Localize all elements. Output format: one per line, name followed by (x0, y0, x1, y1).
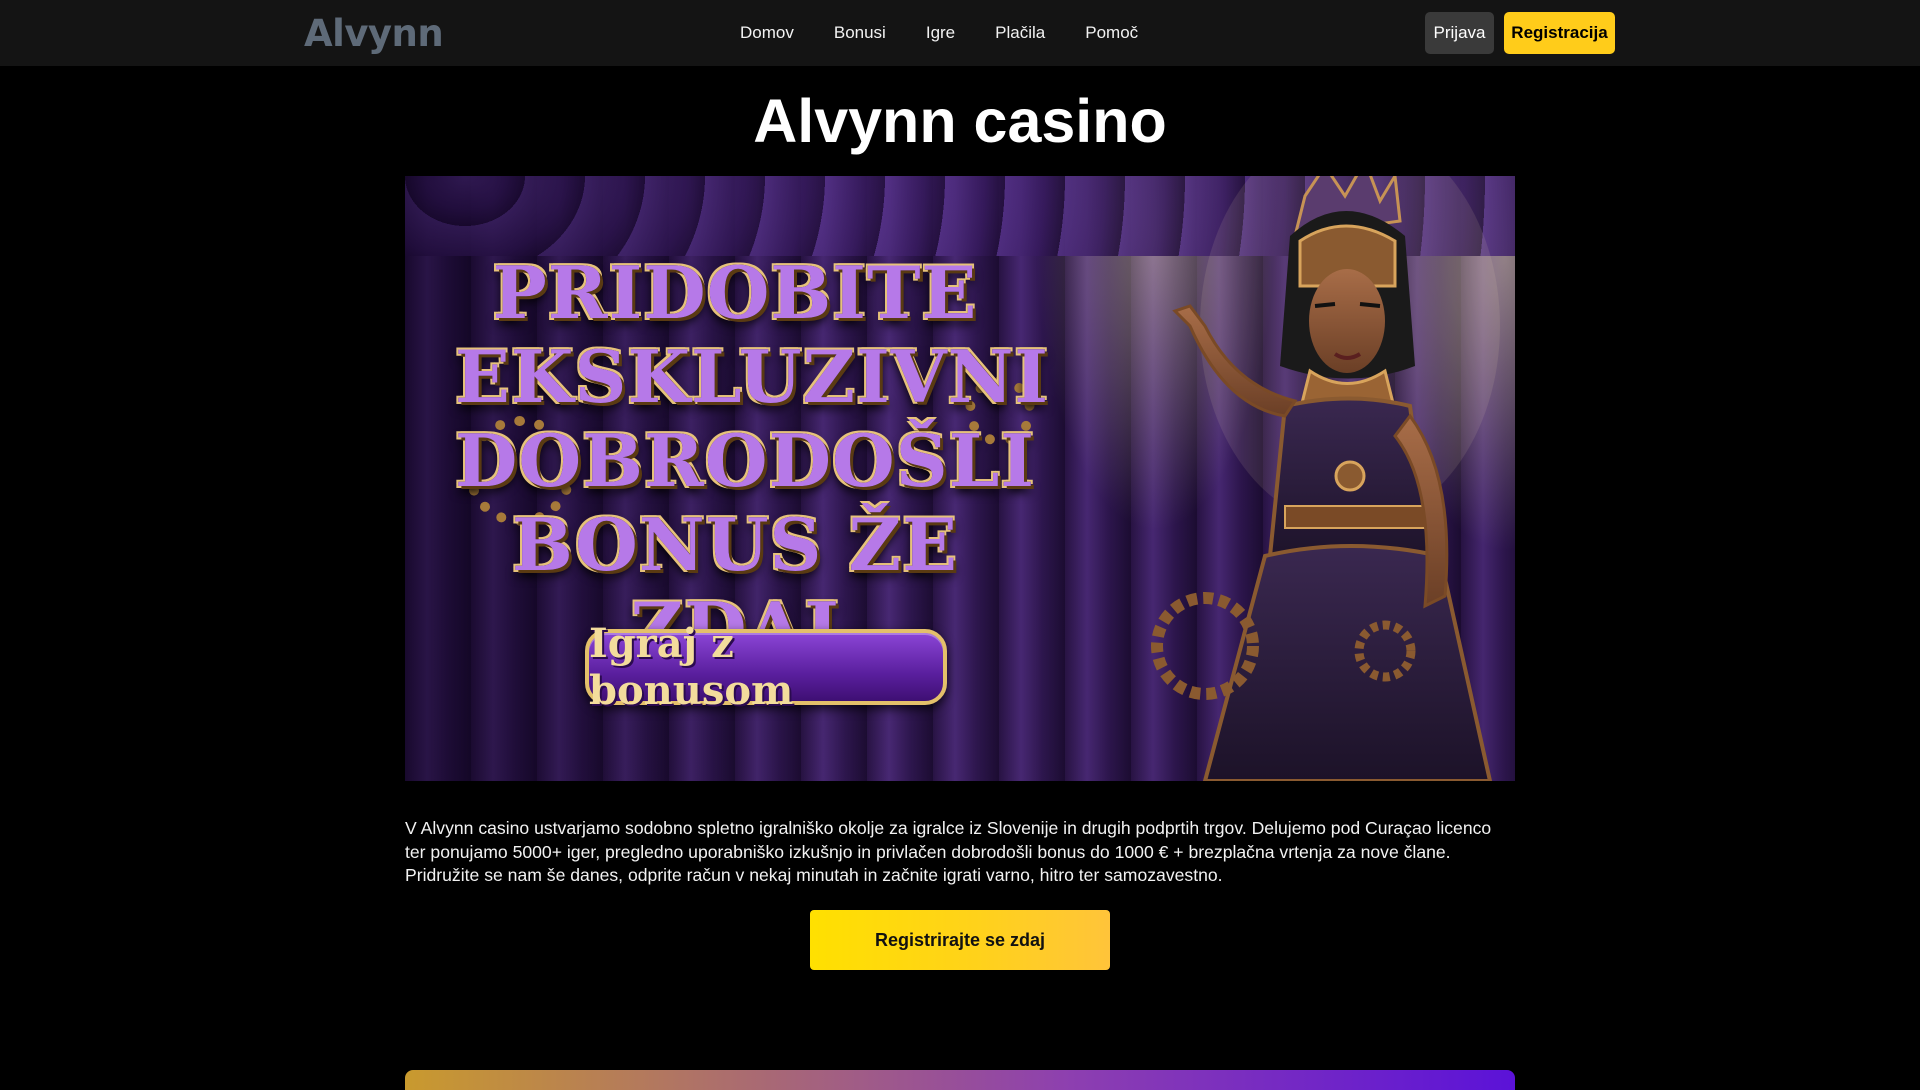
alvynn-logo[interactable]: Alvynn (304, 10, 444, 56)
logo-text: Alvynn (304, 11, 444, 55)
intro-paragraph: V Alvynn casino ustvarjamo sodobno splet… (405, 818, 1492, 885)
login-button[interactable]: Prijava (1425, 12, 1494, 54)
nav-item-domov[interactable]: Domov (720, 23, 814, 43)
next-section-banner (405, 1070, 1515, 1090)
nav-item-pomoc[interactable]: Pomoč (1065, 23, 1158, 43)
promo-banner[interactable]: PRIDOBITE EKSKLUZIVNI DOBRODOŠLI BONUS Ž… (405, 176, 1515, 781)
headline-line: DOBRODOŠLI (455, 418, 1036, 503)
nav-item-igre[interactable]: Igre (906, 23, 975, 43)
banner-headline: PRIDOBITE EKSKLUZIVNI DOBRODOŠLI BONUS Ž… (455, 250, 1050, 671)
top-navigation-bar: Alvynn Domov Bonusi Igre Plačila Pomoč P… (0, 0, 1920, 66)
nav-item-placila[interactable]: Plačila (975, 23, 1065, 43)
main-nav: Domov Bonusi Igre Plačila Pomoč (720, 0, 1158, 66)
nav-item-bonusi[interactable]: Bonusi (814, 23, 906, 43)
register-now-button[interactable]: Registrirajte se zdaj (810, 910, 1110, 970)
play-with-bonus-button[interactable]: Igraj z bonusom (585, 620, 947, 714)
headline-line: EKSKLUZIVNI (455, 334, 1050, 419)
headline-line: PRIDOBITE (492, 250, 978, 335)
page-title: Alvynn casino (753, 87, 1167, 155)
cleopatra-illustration (1151, 176, 1500, 781)
register-button[interactable]: Registracija (1504, 12, 1615, 54)
